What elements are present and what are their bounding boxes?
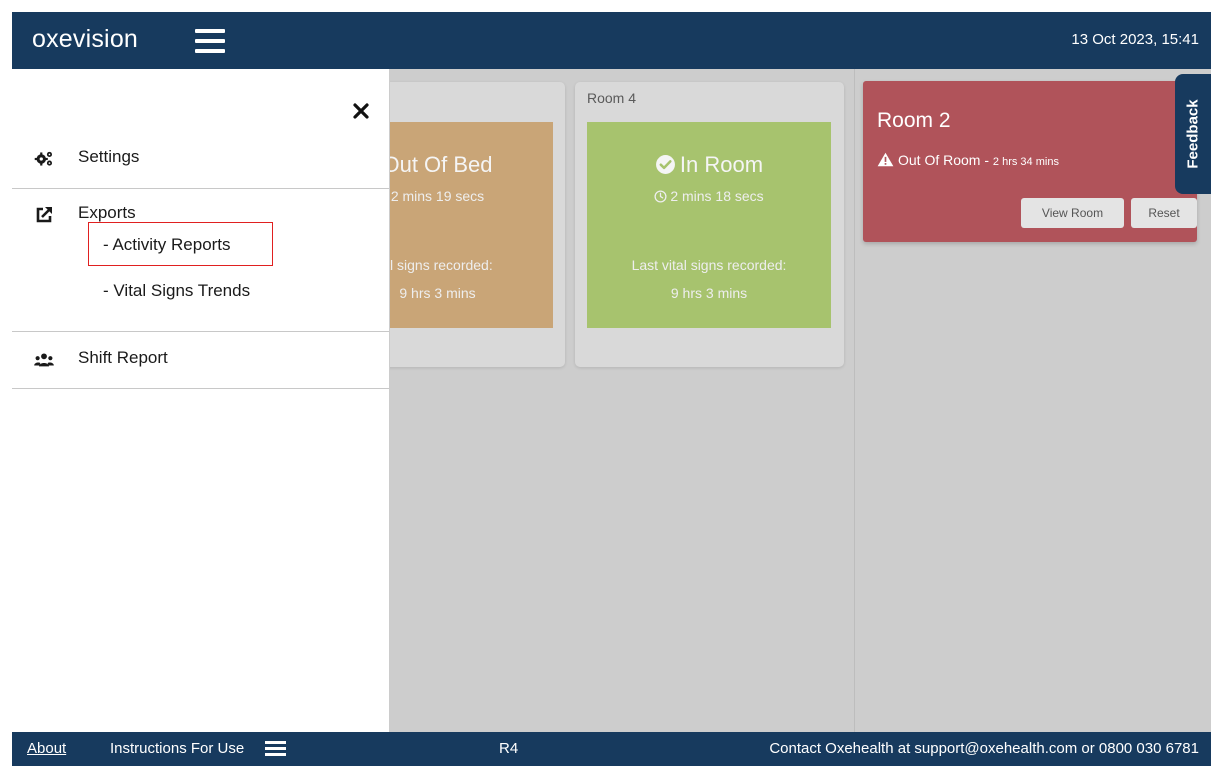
about-link[interactable]: About — [27, 740, 66, 757]
room-status-line: In Room — [587, 152, 831, 178]
menu-divider — [12, 388, 389, 389]
app-root: oxevision 13 Oct 2023, 15:41 Out Of Bed … — [12, 12, 1211, 766]
room-alert-status: Out Of Room - 2 hrs 34 mins — [877, 152, 1059, 168]
vitals-label: Last vital signs recorded: — [631, 257, 787, 273]
status-duration-line: 2 mins 18 secs — [587, 188, 831, 204]
version-label: R4 — [499, 740, 519, 757]
alert-duration: 2 hrs 34 mins — [992, 156, 1059, 168]
settings-label: Settings — [78, 147, 140, 166]
warning-triangle-icon — [877, 152, 894, 167]
room-title: Room 4 — [587, 90, 637, 106]
room-title: Room 2 — [877, 109, 951, 132]
alert-text: Out Of Room - — [898, 152, 993, 168]
vitals-time: 9 hrs 3 mins — [670, 285, 748, 301]
users-icon — [34, 353, 54, 367]
instructions-for-use-link[interactable]: Instructions For Use — [110, 740, 244, 757]
feedback-tab[interactable]: Feedback — [1175, 74, 1211, 194]
menu-item-shift-report[interactable]: Shift Report — [12, 346, 389, 374]
feedback-label: Feedback — [1184, 99, 1202, 169]
hamburger-icon[interactable] — [265, 741, 286, 757]
current-datetime: 13 Oct 2023, 15:41 — [1071, 31, 1199, 48]
menu-divider — [12, 331, 389, 332]
menu-divider — [12, 188, 389, 189]
menu-icon[interactable] — [195, 29, 225, 53]
view-room-button[interactable]: View Room — [1021, 198, 1124, 228]
close-icon[interactable] — [352, 102, 370, 120]
app-logo: oxevision — [32, 25, 139, 53]
status-panel-in-room: In Room 2 mins 18 secs Last vital signs … — [587, 122, 831, 328]
room-status: In Room — [679, 152, 764, 177]
highlight-box — [88, 222, 273, 266]
top-bar: oxevision 13 Oct 2023, 15:41 — [12, 12, 1211, 69]
reset-button[interactable]: Reset — [1131, 198, 1197, 228]
menu-item-settings[interactable]: Settings — [12, 145, 389, 173]
footer-bar: About Instructions For Use R4 Contact Ox… — [12, 732, 1211, 766]
check-circle-icon — [655, 155, 675, 174]
gears-icon — [34, 151, 52, 166]
navigation-drawer: Settings Exports - Activity Reports - Vi… — [12, 69, 390, 732]
exports-label: Exports — [78, 203, 136, 222]
column-divider — [854, 69, 855, 732]
external-link-icon — [36, 207, 52, 223]
status-duration: 2 mins 18 secs — [670, 188, 764, 204]
room-card-room-2[interactable]: Room 2 Out Of Room - 2 hrs 34 mins View … — [863, 81, 1197, 242]
contact-info: Contact Oxehealth at support@oxehealth.c… — [769, 740, 1199, 757]
menu-item-vital-signs-trends[interactable]: - Vital Signs Trends — [103, 281, 250, 301]
clock-icon — [654, 190, 667, 203]
shift-report-label: Shift Report — [78, 348, 168, 367]
room-card-room-4[interactable]: Room 4 In Room 2 mins 18 secs Last vital… — [575, 82, 844, 367]
